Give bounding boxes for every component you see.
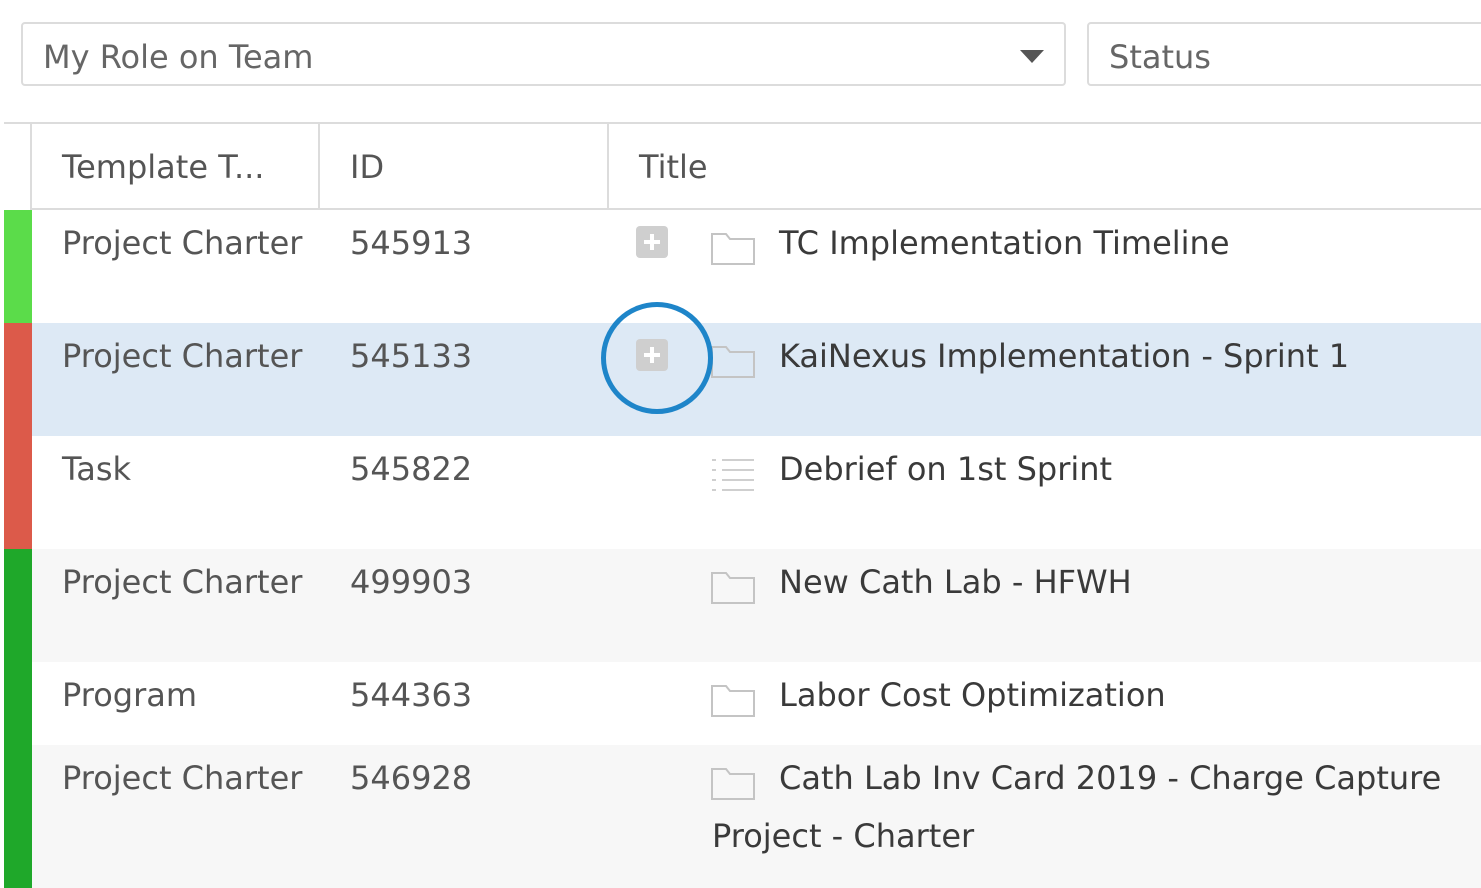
role-filter-select[interactable]: My Role on Team [21, 22, 1066, 86]
status-color-bar [4, 210, 32, 323]
column-header-label: Title [639, 148, 708, 186]
table-row[interactable]: Program 544363 Labor Cost Optimization [32, 662, 1481, 745]
folder-icon [711, 768, 755, 800]
table-row[interactable]: Project Charter 546928 Cath Lab Inv Card 2… [32, 745, 1481, 888]
id-cell: 546928 [350, 759, 473, 797]
folder-icon [711, 685, 755, 717]
column-header-title[interactable]: Title [609, 124, 1481, 208]
title-link[interactable]: TC Implementation Timeline [779, 222, 1230, 265]
template-type-cell: Project Charter [62, 224, 303, 262]
title-link[interactable]: Labor Cost Optimization [779, 674, 1166, 717]
role-filter-value: My Role on Team [43, 38, 314, 76]
status-filter-select[interactable]: Status [1087, 22, 1481, 86]
task-list-icon [712, 459, 754, 491]
status-color-bar [4, 745, 32, 888]
template-type-cell: Task [62, 450, 132, 488]
column-header-template-type[interactable]: Template T... [32, 124, 320, 208]
id-cell: 545133 [350, 337, 473, 375]
status-color-bar [4, 549, 32, 662]
column-header-id[interactable]: ID [320, 124, 608, 208]
table-row[interactable]: Project Charter 545133 KaiNexus Implementa… [32, 323, 1481, 436]
template-type-cell: Program [62, 676, 198, 714]
id-cell: 545913 [350, 224, 473, 262]
expand-plus-icon[interactable] [636, 226, 668, 258]
highlight-circle [601, 302, 713, 414]
status-color-bar [4, 662, 32, 745]
column-header-label: Template T... [62, 148, 265, 186]
table-row[interactable]: Task 545822 Debrief on 1st Sprint [32, 436, 1481, 549]
folder-icon [711, 346, 755, 378]
chevron-down-icon[interactable] [1020, 50, 1044, 63]
title-link-continuation[interactable]: Project - Charter [712, 815, 974, 858]
template-type-cell: Project Charter [62, 759, 303, 797]
title-link[interactable]: Cath Lab Inv Card 2019 - Charge Capture [779, 757, 1441, 800]
template-type-cell: Project Charter [62, 337, 303, 375]
folder-icon [711, 233, 755, 265]
table-header: Template T... ID Title [32, 124, 1481, 210]
status-filter-value: Status [1109, 38, 1211, 76]
table-row[interactable]: Project Charter 545913 TC Implementation T… [32, 210, 1481, 323]
table-row[interactable]: Project Charter 499903 New Cath Lab - HFWH [32, 549, 1481, 662]
title-link[interactable]: Debrief on 1st Sprint [779, 448, 1112, 491]
status-color-bar [4, 436, 32, 549]
id-cell: 545822 [350, 450, 473, 488]
id-cell: 544363 [350, 676, 473, 714]
folder-icon [711, 572, 755, 604]
title-link[interactable]: New Cath Lab - HFWH [779, 561, 1132, 604]
status-color-bar [4, 323, 32, 436]
title-link[interactable]: KaiNexus Implementation - Sprint 1 [779, 335, 1349, 378]
id-cell: 499903 [350, 563, 473, 601]
column-header-label: ID [350, 148, 385, 186]
template-type-cell: Project Charter [62, 563, 303, 601]
